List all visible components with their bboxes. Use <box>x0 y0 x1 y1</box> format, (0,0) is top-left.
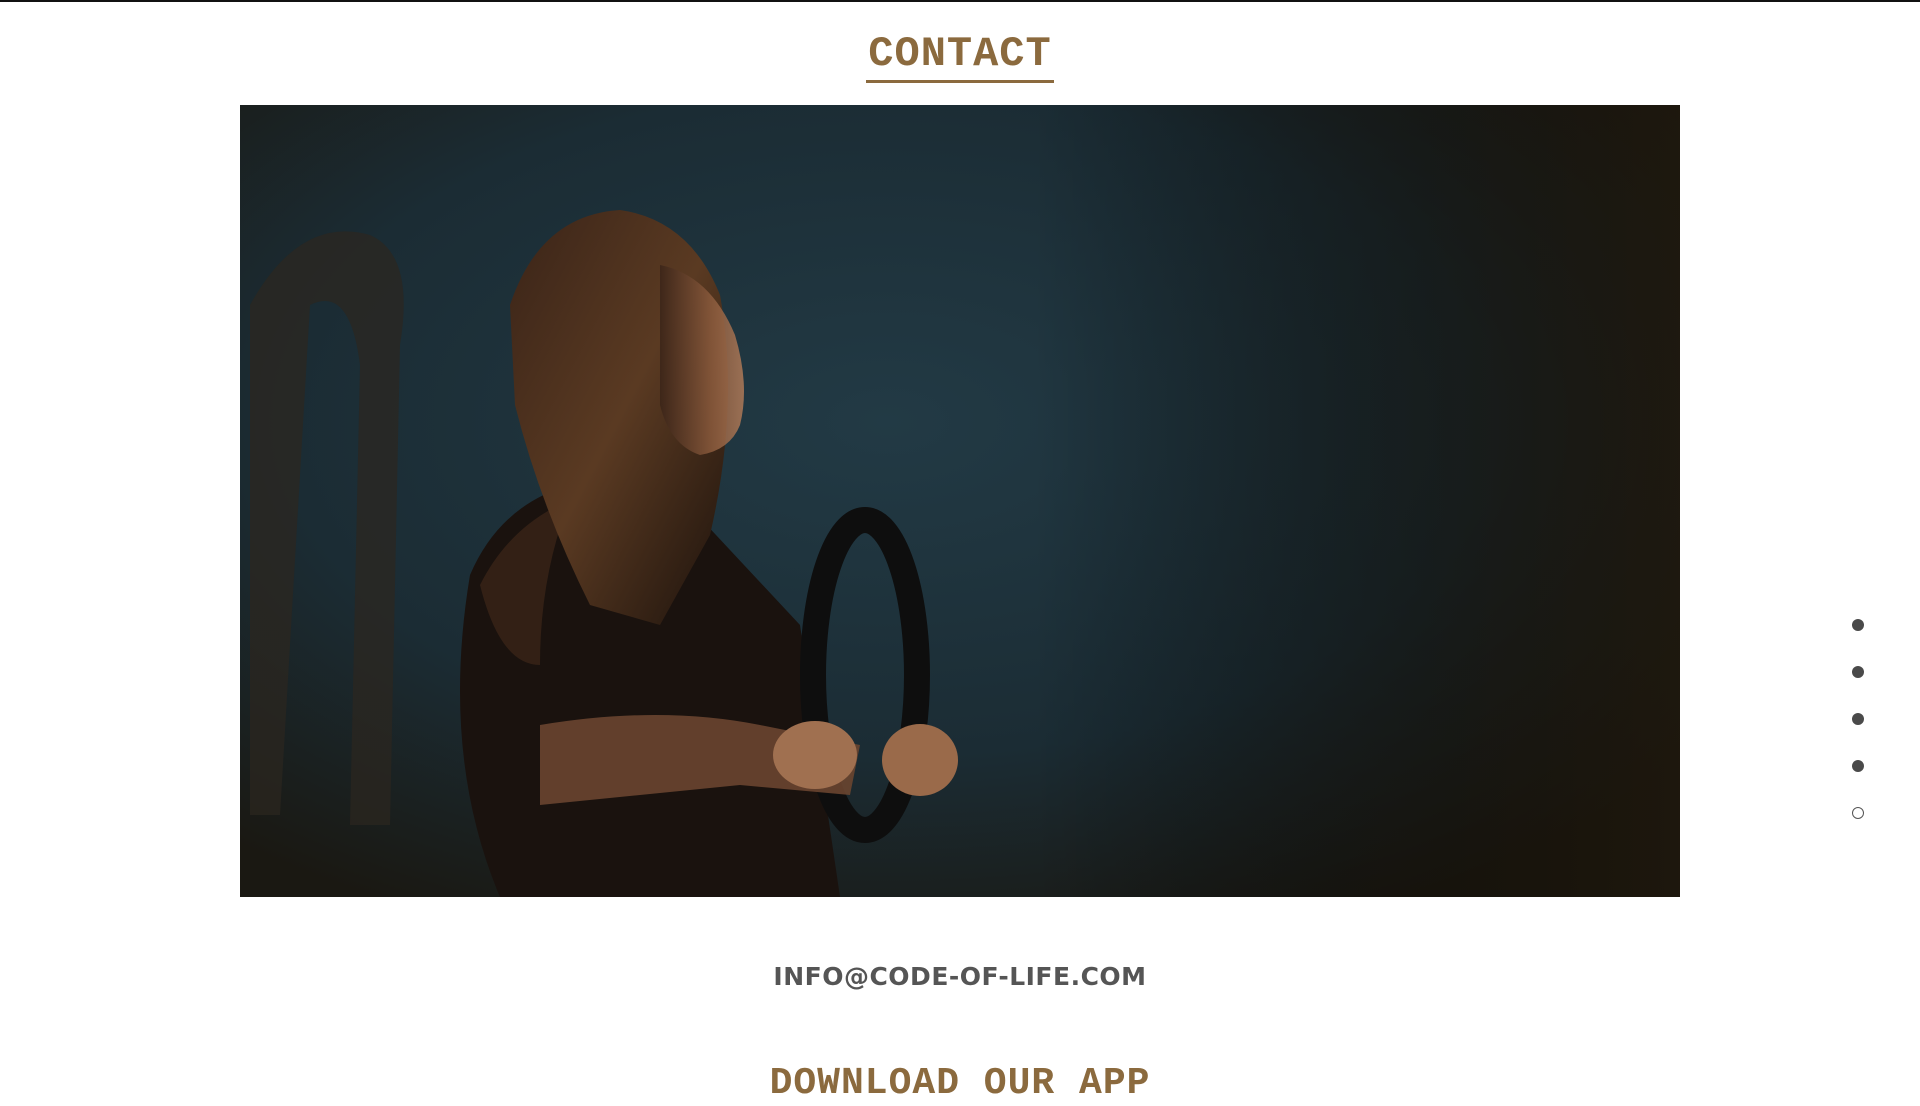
nav-dot-2[interactable] <box>1852 666 1864 678</box>
nav-dot-4[interactable] <box>1852 760 1864 772</box>
contact-heading: CONTACT <box>0 30 1920 83</box>
section-dot-nav <box>1850 619 1866 854</box>
nav-dot-5-active[interactable] <box>1852 807 1864 819</box>
hero-photo <box>240 105 1680 897</box>
download-app-heading: DOWNLOAD OUR APP <box>769 1062 1151 1105</box>
contact-email-link[interactable]: INFO@CODE-OF-LIFE.COM <box>0 962 1920 991</box>
page-title: CONTACT <box>866 30 1054 83</box>
nav-dot-1[interactable] <box>1852 619 1864 631</box>
nav-dot-3[interactable] <box>1852 713 1864 725</box>
hero-photo-illustration <box>240 105 1680 897</box>
top-border <box>0 0 1920 2</box>
